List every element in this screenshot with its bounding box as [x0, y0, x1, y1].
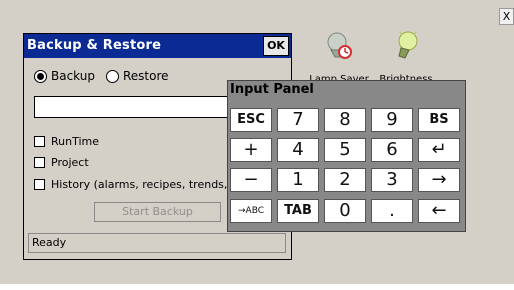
runtime-checkbox-row[interactable]: RunTime [34, 135, 99, 148]
restore-radio-option[interactable]: Restore [106, 69, 169, 83]
ok-button[interactable]: OK [263, 36, 289, 56]
backup-radio[interactable] [34, 69, 47, 83]
input-panel-title: Input Panel [230, 82, 314, 97]
key-5[interactable]: 5 [324, 138, 366, 162]
runtime-label: RunTime [51, 135, 100, 148]
lamp-saver-launcher[interactable]: Lamp Saver [304, 28, 374, 85]
key-1[interactable]: 1 [277, 168, 319, 192]
key-dot[interactable]: . [371, 199, 413, 223]
start-backup-button[interactable]: Start Backup [94, 202, 221, 222]
project-label: Project [51, 156, 89, 169]
key-minus[interactable]: − [230, 168, 272, 192]
status-bar: Ready [28, 233, 286, 253]
key-tab[interactable]: TAB [277, 199, 319, 223]
key-plus[interactable]: + [230, 138, 272, 162]
lamp-saver-icon [327, 32, 352, 59]
restore-radio[interactable] [106, 69, 119, 83]
key-left-arrow[interactable]: ← [418, 199, 460, 223]
key-backspace[interactable]: BS [418, 108, 460, 132]
dialog-title: Backup & Restore [27, 38, 162, 53]
runtime-checkbox[interactable] [34, 136, 45, 147]
key-6[interactable]: 6 [371, 138, 413, 162]
dialog-titlebar: Backup & Restore OK [24, 34, 291, 58]
key-7[interactable]: 7 [277, 108, 319, 132]
key-2[interactable]: 2 [324, 168, 366, 192]
backup-radio-label: Backup [51, 69, 95, 83]
desktop-bottom-strip [0, 284, 514, 290]
key-enter[interactable]: ↵ [418, 138, 460, 162]
key-esc[interactable]: ESC [230, 108, 272, 132]
key-abc-switch[interactable]: →ABC [230, 199, 272, 223]
key-3[interactable]: 3 [371, 168, 413, 192]
input-panel: Input Panel ESC 7 8 9 BS + 4 5 6 ↵ − 1 2… [227, 80, 466, 232]
close-button[interactable]: X [499, 8, 514, 25]
history-checkbox[interactable] [34, 179, 45, 190]
brightness-launcher[interactable]: Brightness [371, 28, 441, 85]
key-0[interactable]: 0 [324, 199, 366, 223]
key-8[interactable]: 8 [324, 108, 366, 132]
history-label: History (alarms, recipes, trends, v [51, 178, 238, 191]
key-4[interactable]: 4 [277, 138, 319, 162]
key-right-arrow[interactable]: → [418, 168, 460, 192]
brightness-icon [398, 31, 418, 59]
backup-radio-option[interactable]: Backup [34, 69, 95, 83]
restore-radio-label: Restore [123, 69, 169, 83]
project-checkbox-row[interactable]: Project [34, 156, 89, 169]
project-checkbox[interactable] [34, 157, 45, 168]
history-checkbox-row[interactable]: History (alarms, recipes, trends, v [34, 178, 237, 191]
key-9[interactable]: 9 [371, 108, 413, 132]
